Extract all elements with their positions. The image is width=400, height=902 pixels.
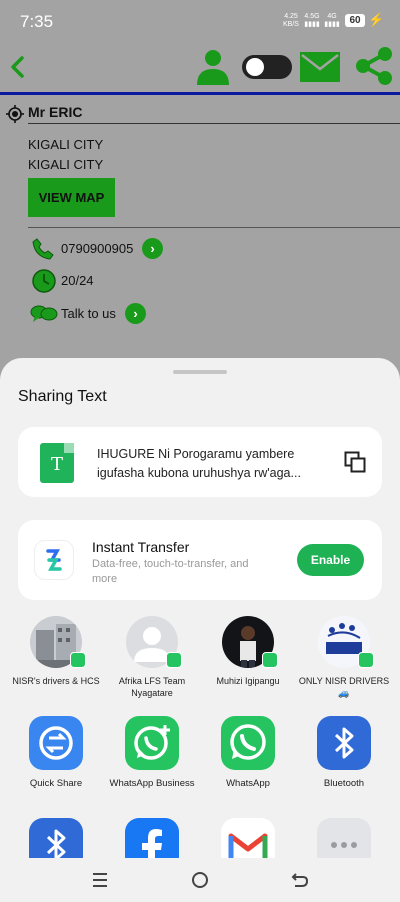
instant-transfer-icon [35, 541, 73, 579]
whatsapp-badge-icon [262, 652, 278, 668]
app-bluetooth-alt[interactable] [8, 818, 104, 858]
facebook-icon [125, 818, 179, 858]
toolbar-divider [0, 92, 400, 95]
home-icon[interactable] [190, 870, 210, 890]
bluetooth-icon [29, 818, 83, 858]
gmail-icon [221, 818, 275, 858]
app-label: Bluetooth [323, 778, 365, 789]
app-label: WhatsApp Business [109, 778, 195, 789]
whatsapp-badge-icon [166, 652, 182, 668]
share-sheet: Sharing Text T IHUGURE Ni Porogaramu yam… [0, 358, 400, 902]
chevron-right-icon[interactable]: › [125, 303, 146, 324]
instant-transfer-subtitle: Data-free, touch-to-transfer, and more [92, 558, 249, 585]
back-nav-icon[interactable] [290, 870, 310, 890]
sheet-title: Sharing Text [18, 388, 107, 405]
back-icon[interactable] [8, 52, 28, 82]
contact-name: Mr ERIC [28, 104, 83, 120]
whatsapp-badge-icon [70, 652, 86, 668]
talk-label: Talk to us [61, 306, 116, 321]
status-bar: 7:35 4.25 KB/S 4.5G ▮▮▮▮ 4G ▮▮▮▮ 60 ⚡ [0, 0, 400, 42]
app-more[interactable] [296, 818, 392, 858]
sheet-drag-handle[interactable] [173, 370, 227, 374]
signal-4g: 4G ▮▮▮▮ [324, 13, 340, 28]
quick-share-icon [29, 716, 83, 770]
contact-label: Afrika LFS Team Nyagatare [118, 676, 186, 698]
dark-mode-toggle[interactable] [241, 54, 293, 80]
clock-icon [32, 269, 56, 293]
person-icon[interactable] [196, 48, 230, 86]
recents-icon[interactable] [90, 870, 110, 890]
more-icon [317, 818, 371, 858]
contact-label: NISR's drivers & HCS [12, 676, 100, 686]
phone-icon [32, 238, 54, 260]
share-icon[interactable] [354, 46, 394, 86]
whatsapp-badge-icon [358, 652, 374, 668]
shared-text-card: T IHUGURE Ni Porogaramu yambere igufasha… [18, 427, 382, 497]
app-label: Quick Share [29, 778, 83, 789]
chevron-right-icon[interactable]: › [142, 238, 163, 259]
whatsapp-icon [221, 716, 275, 770]
enable-button[interactable]: Enable [297, 544, 364, 576]
divider [28, 123, 400, 124]
bluetooth-icon [317, 716, 371, 770]
divider [28, 227, 400, 228]
toolbar [0, 42, 400, 92]
shared-text-preview: IHUGURE Ni Porogaramu yambere igufasha k… [97, 447, 301, 480]
contact-label: ONLY NISR DRIVERS 🚙 [298, 676, 390, 698]
address-line-1: KIGALI CITY [28, 137, 104, 152]
chat-bubbles-icon [30, 305, 58, 322]
app-label: WhatsApp [226, 778, 270, 789]
text-document-icon: T [40, 443, 74, 483]
view-map-button[interactable]: VIEW MAP [28, 178, 115, 217]
app-gmail[interactable] [200, 818, 296, 858]
mail-icon[interactable] [300, 52, 340, 82]
copy-icon[interactable] [344, 451, 366, 473]
instant-transfer-title: Instant Transfer [92, 539, 190, 555]
charging-icon: ⚡ [368, 12, 385, 27]
instant-transfer-card: Instant Transfer Data-free, touch-to-tra… [18, 520, 382, 600]
contact-label: Muhizi Igipangu [216, 676, 280, 686]
hours-text: 20/24 [61, 273, 94, 288]
status-time: 7:35 [20, 12, 54, 31]
system-nav-bar [0, 858, 400, 902]
battery-icon: 60 [345, 14, 365, 27]
location-target-icon [6, 105, 24, 123]
signal-4-5g: 4.5G ▮▮▮▮ [304, 13, 320, 28]
phone-number: 0790900905 [61, 241, 134, 256]
net-speed: 4.25 KB/S [283, 13, 299, 28]
whatsapp-business-icon [125, 716, 179, 770]
app-facebook[interactable] [104, 818, 200, 858]
address-line-2: KIGALI CITY [28, 157, 104, 172]
